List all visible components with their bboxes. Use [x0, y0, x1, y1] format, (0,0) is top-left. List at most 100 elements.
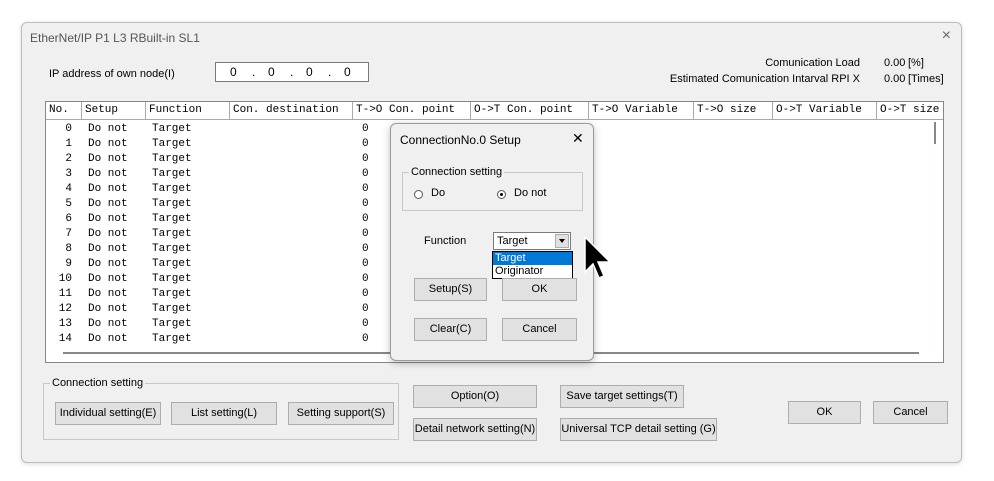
col-header-ot-size[interactable]: O->T size	[877, 102, 943, 120]
dialog-setup-button[interactable]: Setup(S)	[414, 278, 487, 301]
ok-button[interactable]: OK	[788, 401, 861, 424]
cell-function: Target	[152, 303, 192, 315]
cell-function: Target	[152, 288, 192, 300]
col-header-to-con-point[interactable]: T->O Con. point	[353, 102, 471, 120]
cell-function: Target	[152, 153, 192, 165]
comm-load-unit: [%]	[908, 57, 924, 69]
ip-octet-3[interactable]: 0	[306, 65, 313, 79]
cell-no: 6	[65, 213, 72, 225]
radio-do-label[interactable]: Do	[431, 187, 445, 199]
cell-no: 4	[65, 183, 72, 195]
cell-function: Target	[152, 258, 192, 270]
connection-setting-group-label: Connection setting	[50, 377, 146, 389]
vertical-scroll-thumb[interactable]	[934, 122, 936, 144]
cell-to-point: 0	[362, 258, 369, 270]
cell-setup: Do not	[88, 198, 128, 210]
save-target-settings-button[interactable]: Save target settings(T)	[560, 385, 684, 408]
ip-dot-1: .	[252, 65, 256, 79]
cell-function: Target	[152, 273, 192, 285]
cell-function: Target	[152, 228, 192, 240]
col-header-setup[interactable]: Setup	[82, 102, 146, 120]
cell-setup: Do not	[88, 168, 128, 180]
cell-setup: Do not	[88, 153, 128, 165]
option-button[interactable]: Option(O)	[413, 385, 537, 408]
col-header-con-destination[interactable]: Con. destination	[230, 102, 353, 120]
cell-to-point: 0	[362, 153, 369, 165]
col-header-function[interactable]: Function	[146, 102, 230, 120]
col-header-ot-con-point[interactable]: O->T Con. point	[471, 102, 589, 120]
universal-tcp-detail-button[interactable]: Universal TCP detail setting (G)	[560, 418, 717, 441]
dialog-ok-button[interactable]: OK	[502, 278, 577, 301]
cell-setup: Do not	[88, 273, 128, 285]
cell-to-point: 0	[362, 228, 369, 240]
radio-do-not[interactable]	[497, 190, 506, 199]
radio-do[interactable]	[414, 190, 423, 199]
cell-no: 0	[65, 123, 72, 135]
option-target[interactable]: Target	[493, 252, 572, 265]
setting-support-button[interactable]: Setting support(S)	[288, 402, 394, 425]
ip-address-input[interactable]: 0 . 0 . 0 . 0	[215, 62, 369, 82]
dialog-group-label: Connection setting	[409, 166, 505, 178]
detail-network-setting-button[interactable]: Detail network setting(N)	[413, 418, 537, 441]
cell-function: Target	[152, 123, 192, 135]
cell-no: 13	[58, 318, 72, 330]
mouse-cursor-icon	[584, 236, 612, 279]
ip-dot-3: .	[328, 65, 332, 79]
radio-do-not-label[interactable]: Do not	[514, 187, 546, 199]
dialog-cancel-button[interactable]: Cancel	[502, 318, 577, 341]
cell-setup: Do not	[88, 243, 128, 255]
ip-octet-1[interactable]: 0	[230, 65, 237, 79]
cell-setup: Do not	[88, 183, 128, 195]
cell-setup: Do not	[88, 258, 128, 270]
function-select-value: Target	[497, 235, 528, 247]
window-close-button[interactable]: ×	[942, 27, 951, 45]
option-originator[interactable]: Originator	[493, 265, 572, 278]
cell-no: 9	[65, 258, 72, 270]
function-label: Function	[424, 235, 467, 247]
col-header-to-size[interactable]: T->O size	[694, 102, 773, 120]
col-header-no[interactable]: No.	[46, 102, 82, 120]
ip-octet-4[interactable]: 0	[344, 65, 351, 79]
cell-function: Target	[152, 168, 192, 180]
cell-setup: Do not	[88, 303, 128, 315]
dialog-close-icon[interactable]: ✕	[572, 130, 584, 147]
function-select[interactable]: Target	[493, 232, 571, 250]
cell-function: Target	[152, 333, 192, 345]
cell-to-point: 0	[362, 138, 369, 150]
cell-function: Target	[152, 183, 192, 195]
cell-setup: Do not	[88, 213, 128, 225]
connection-setting-group: Connection setting Individual setting(E)…	[43, 377, 399, 440]
cell-setup: Do not	[88, 123, 128, 135]
ip-octet-2[interactable]: 0	[268, 65, 275, 79]
cell-setup: Do not	[88, 138, 128, 150]
cell-to-point: 0	[362, 243, 369, 255]
cancel-button[interactable]: Cancel	[873, 401, 948, 424]
cell-to-point: 0	[362, 198, 369, 210]
cell-setup: Do not	[88, 333, 128, 345]
cell-no: 14	[58, 333, 72, 345]
cell-to-point: 0	[362, 168, 369, 180]
vertical-scrollbar[interactable]	[926, 120, 943, 346]
cell-function: Target	[152, 138, 192, 150]
rpi-value: 0.00	[884, 73, 906, 85]
chevron-down-icon[interactable]	[555, 234, 569, 248]
col-header-to-variable[interactable]: T->O Variable	[589, 102, 694, 120]
cell-no: 1	[65, 138, 72, 150]
cell-no: 8	[65, 243, 72, 255]
ip-dot-2: .	[290, 65, 294, 79]
list-setting-button[interactable]: List setting(L)	[171, 402, 277, 425]
cell-to-point: 0	[362, 273, 369, 285]
rpi-label: Estimated Comunication Intarval RPI X	[669, 73, 860, 85]
cell-function: Target	[152, 198, 192, 210]
cell-to-point: 0	[362, 213, 369, 225]
col-header-ot-variable[interactable]: O->T Variable	[773, 102, 877, 120]
dialog-clear-button[interactable]: Clear(C)	[414, 318, 487, 341]
title-bar: EtherNet/IP P1 L3 RBuilt-in SL1 ×	[22, 23, 961, 51]
individual-setting-button[interactable]: Individual setting(E)	[55, 402, 161, 425]
function-dropdown-list[interactable]: Target Originator	[492, 251, 573, 279]
cell-no: 12	[58, 303, 72, 315]
comm-load-value: 0.00	[884, 57, 906, 69]
comm-load-label: Comunication Load	[765, 57, 860, 69]
cell-no: 5	[65, 198, 72, 210]
cell-to-point: 0	[362, 183, 369, 195]
